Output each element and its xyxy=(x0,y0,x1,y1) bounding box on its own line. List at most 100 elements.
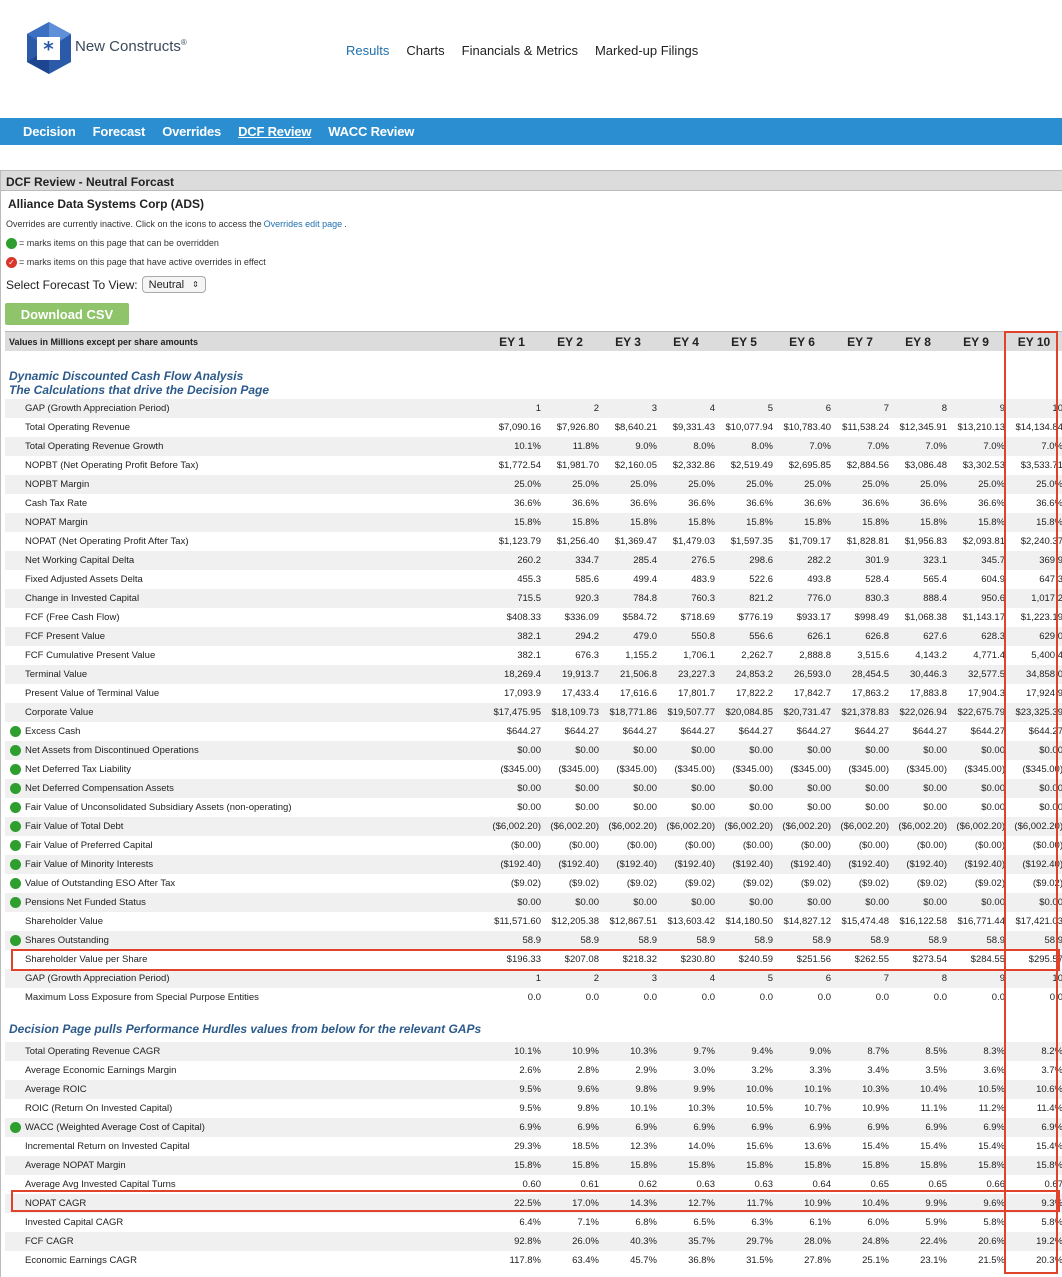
table-cell: ($192.40) xyxy=(889,859,947,870)
table-cell: 627.6 xyxy=(889,631,947,642)
table-cell: $11,538.24 xyxy=(831,422,889,433)
table-cell: $0.00 xyxy=(541,783,599,794)
table-cell: 17,616.6 xyxy=(599,688,657,699)
table-cell: ($9.02) xyxy=(715,878,773,889)
table-cell: 14.0% xyxy=(657,1141,715,1152)
table-cell: ($192.40) xyxy=(947,859,1005,870)
table-cell: 10.4% xyxy=(889,1084,947,1095)
tab-dcf-review[interactable]: DCF Review xyxy=(238,124,311,139)
table-cell: 5.8% xyxy=(947,1217,1005,1228)
override-dot-icon[interactable] xyxy=(10,1122,21,1133)
table-cell: 36.6% xyxy=(541,498,599,509)
override-dot-icon[interactable] xyxy=(10,821,21,832)
table-cell: 29.3% xyxy=(483,1141,541,1152)
table-cell: 6.3% xyxy=(715,1217,773,1228)
table-cell: 25.0% xyxy=(889,479,947,490)
table-cell: $644.27 xyxy=(541,726,599,737)
table-cell: $1,256.40 xyxy=(541,536,599,547)
nav-results[interactable]: Results xyxy=(346,43,389,58)
row-label-text: Value of Outstanding ESO After Tax xyxy=(25,878,175,889)
row-label: Economic Earnings CAGR xyxy=(5,1255,483,1266)
table-row: Shares Outstanding58.958.958.958.958.958… xyxy=(5,931,1062,950)
table-cell: $644.27 xyxy=(947,726,1005,737)
table-cell: 63.4% xyxy=(541,1255,599,1266)
override-dot-icon[interactable] xyxy=(10,726,21,737)
table-cell: ($0.00) xyxy=(773,840,831,851)
table-cell: $16,122.58 xyxy=(889,916,947,927)
table-cell: 5 xyxy=(715,973,773,984)
table-cell: 10.5% xyxy=(715,1103,773,1114)
table-cell: 24.8% xyxy=(831,1236,889,1247)
table-cell: 26,593.0 xyxy=(773,669,831,680)
table-row: NOPBT Margin25.0%25.0%25.0%25.0%25.0%25.… xyxy=(5,475,1062,494)
table-cell: 6.9% xyxy=(889,1122,947,1133)
table-cell: 15.8% xyxy=(541,517,599,528)
table-cell: $408.33 xyxy=(483,612,541,623)
override-dot-icon[interactable] xyxy=(10,878,21,889)
row-label-text: Corporate Value xyxy=(25,707,93,718)
nav-financials-metrics[interactable]: Financials & Metrics xyxy=(462,43,578,58)
overrides-edit-link[interactable]: Overrides edit page xyxy=(264,215,343,234)
brand-name[interactable]: New Constructs® xyxy=(75,38,187,55)
override-dot-icon[interactable] xyxy=(10,897,21,908)
table-cell: 36.6% xyxy=(947,498,1005,509)
table-row: NOPAT (Net Operating Profit After Tax)$1… xyxy=(5,532,1062,551)
row-label-text: Shareholder Value xyxy=(25,916,103,927)
nav-charts[interactable]: Charts xyxy=(406,43,444,58)
table-cell: 36.6% xyxy=(889,498,947,509)
override-dot-icon[interactable] xyxy=(10,840,21,851)
table-cell: $0.00 xyxy=(599,783,657,794)
table-cell: 4 xyxy=(657,973,715,984)
table-cell: $3,086.48 xyxy=(889,460,947,471)
table-cell: 23,227.3 xyxy=(657,669,715,680)
row-label: Corporate Value xyxy=(5,707,483,718)
override-dot-icon[interactable] xyxy=(10,764,21,775)
table-cell: $12,345.91 xyxy=(889,422,947,433)
table-cell: 15.4% xyxy=(947,1141,1005,1152)
table-cell: 2.8% xyxy=(541,1065,599,1076)
tab-overrides[interactable]: Overrides xyxy=(162,124,221,139)
table-cell: $998.49 xyxy=(831,612,889,623)
table-cell: 7.0% xyxy=(889,441,947,452)
table-row: Net Deferred Compensation Assets$0.00$0.… xyxy=(5,779,1062,798)
override-dot-icon[interactable] xyxy=(10,859,21,870)
table-cell: $10,783.40 xyxy=(773,422,831,433)
logo-icon[interactable]: * xyxy=(24,20,74,76)
row-label-text: Total Operating Revenue Growth xyxy=(25,441,163,452)
table-cell: 784.8 xyxy=(599,593,657,604)
override-dot-icon[interactable] xyxy=(10,802,21,813)
table-cell: 2 xyxy=(541,403,599,414)
table-cell: $0.00 xyxy=(889,783,947,794)
table-cell: 0.63 xyxy=(657,1179,715,1190)
row-label-text: FCF CAGR xyxy=(25,1236,74,1247)
table-cell: ($0.00) xyxy=(657,840,715,851)
forecast-select[interactable]: Neutral⇕ xyxy=(142,276,206,293)
row-label-text: Pensions Net Funded Status xyxy=(25,897,146,908)
tab-forecast[interactable]: Forecast xyxy=(93,124,146,139)
override-dot-icon[interactable] xyxy=(10,783,21,794)
table-cell: 9.6% xyxy=(541,1084,599,1095)
table-cell: 556.6 xyxy=(715,631,773,642)
table-cell: 760.3 xyxy=(657,593,715,604)
table-cell: 3 xyxy=(599,403,657,414)
override-dot-icon[interactable] xyxy=(10,745,21,756)
table-cell: 20.6% xyxy=(947,1236,1005,1247)
table-cell: 3.2% xyxy=(715,1065,773,1076)
table-cell: $9,331.43 xyxy=(657,422,715,433)
row-label-text: Average Economic Earnings Margin xyxy=(25,1065,176,1076)
override-dot-icon[interactable] xyxy=(10,935,21,946)
nav-marked-up-filings[interactable]: Marked-up Filings xyxy=(595,43,698,58)
table-cell: $776.19 xyxy=(715,612,773,623)
table-cell: 10.7% xyxy=(773,1103,831,1114)
table-cell: 58.9 xyxy=(541,935,599,946)
table-cell: 27.8% xyxy=(773,1255,831,1266)
table-cell: 8 xyxy=(889,973,947,984)
table-cell: 382.1 xyxy=(483,650,541,661)
download-csv-button[interactable]: Download CSV xyxy=(5,303,129,325)
tab-wacc-review[interactable]: WACC Review xyxy=(328,124,414,139)
table-cell: $12,867.51 xyxy=(599,916,657,927)
table-cell: 15.8% xyxy=(947,1160,1005,1171)
table-cell: 10.3% xyxy=(831,1084,889,1095)
row-label-text: Fixed Adjusted Assets Delta xyxy=(25,574,143,585)
tab-decision[interactable]: Decision xyxy=(23,124,76,139)
